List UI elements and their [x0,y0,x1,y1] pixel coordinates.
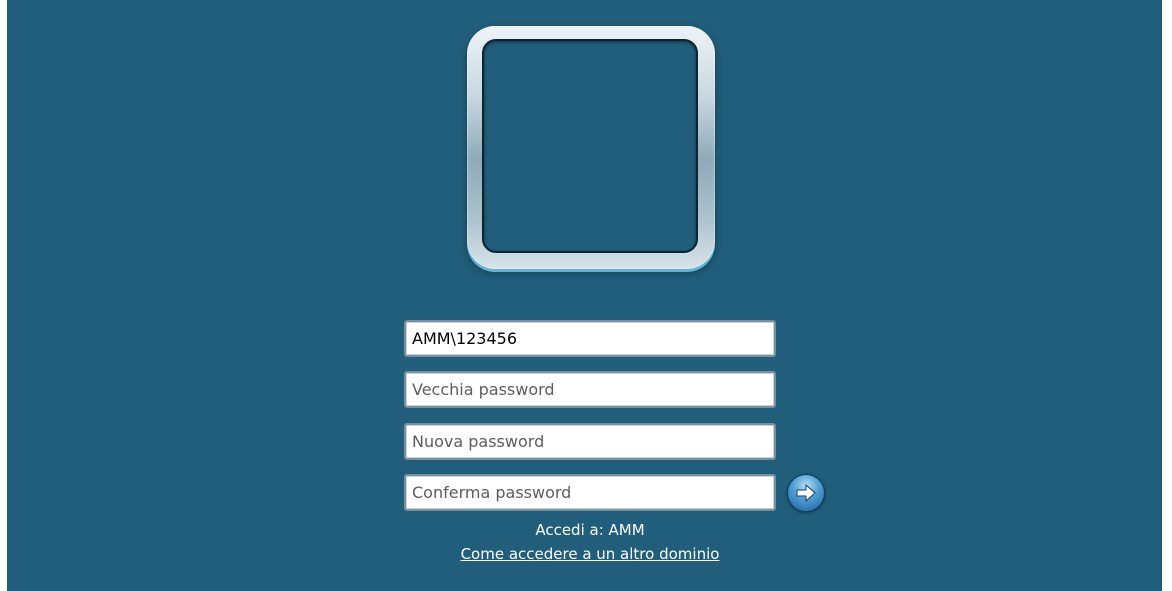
username-field[interactable] [404,320,776,357]
user-picture-placeholder [482,39,698,253]
old-password-field[interactable] [404,371,776,408]
user-picture-frame [467,26,715,269]
domain-label: Accedi a: AMM [535,521,645,539]
new-password-field[interactable] [404,423,776,460]
confirm-password-field[interactable] [404,474,776,511]
submit-button[interactable] [787,474,825,512]
other-domain-link[interactable]: Come accedere a un altro dominio [404,545,776,563]
logon-screen: Accedi a: AMM Come accedere a un altro d… [7,0,1162,591]
arrow-right-icon [796,483,816,503]
